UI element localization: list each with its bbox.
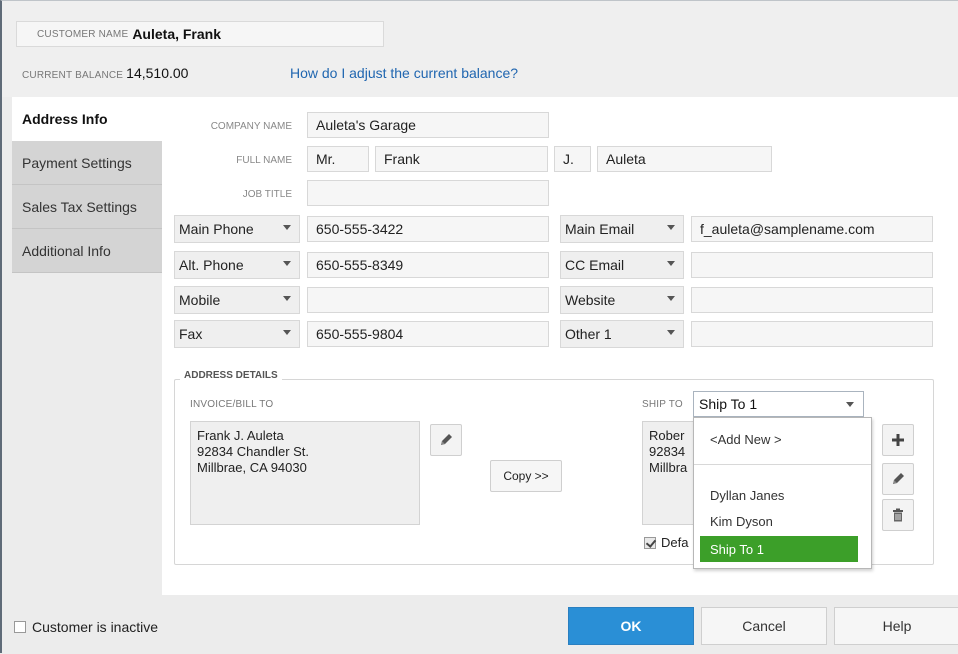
phone-type-select-3[interactable]: Mobile [174, 286, 300, 314]
main-email-input[interactable]: f_auleta@samplename.com [691, 216, 933, 242]
phone-type-1: Main Phone [179, 221, 254, 237]
ship-to-line-1: Rober [649, 428, 685, 443]
chevron-down-icon [283, 261, 291, 266]
bill-to-line-1: Frank J. Auleta [197, 428, 284, 443]
chevron-down-icon [283, 296, 291, 301]
chevron-down-icon [283, 225, 291, 230]
contact-type-select-2[interactable]: CC Email [560, 251, 684, 279]
tab-sales-tax-settings-label: Sales Tax Settings [22, 198, 137, 215]
chevron-down-icon [667, 330, 675, 335]
other-1-input[interactable] [691, 321, 933, 347]
dropdown-item-kim-dyson[interactable]: Kim Dyson [694, 508, 871, 534]
main-phone-input[interactable]: 650-555-3422 [307, 216, 549, 242]
ship-to-dropdown: <Add New > Dyllan Janes Kim Dyson Ship T… [693, 417, 872, 569]
dropdown-item-ship-to-1[interactable]: Ship To 1 [700, 536, 858, 562]
pencil-icon [441, 434, 452, 445]
customer-name-label: CUSTOMER NAME [37, 28, 129, 40]
phone-type-3: Mobile [179, 292, 221, 308]
chevron-down-icon [667, 296, 675, 301]
cancel-button[interactable]: Cancel [701, 607, 827, 645]
ship-to-line-2: 92834 [649, 444, 686, 459]
checkbox-checked-icon [644, 536, 656, 549]
tab-address-info[interactable]: Address Info [12, 97, 162, 141]
tab-payment-settings-label: Payment Settings [22, 154, 132, 171]
first-name-input[interactable]: Frank [375, 146, 548, 172]
phone-type-select-4[interactable]: Fax [174, 320, 300, 348]
alt-phone-input[interactable]: 650-555-8349 [307, 252, 549, 278]
adjust-balance-link[interactable]: How do I adjust the current balance? [290, 65, 518, 81]
full-name-label: FULL NAME [236, 155, 292, 166]
customer-name-field[interactable]: CUSTOMER NAME Auleta, Frank [16, 21, 384, 47]
website-input[interactable] [691, 287, 933, 313]
help-button[interactable]: Help [834, 607, 958, 645]
mobile-input[interactable] [307, 287, 549, 313]
tab-address-info-label: Address Info [22, 111, 108, 127]
customer-inactive-checkbox[interactable]: Customer is inactive [14, 619, 158, 635]
tab-additional-info-label: Additional Info [22, 242, 111, 259]
customer-dialog: CUSTOMER NAME Auleta, Frank CURRENT BALA… [0, 0, 958, 654]
phone-type-2: Alt. Phone [179, 257, 244, 273]
current-balance: CURRENT BALANCE 14,510.00 [22, 65, 188, 81]
ship-to-select[interactable]: Ship To 1 [693, 391, 864, 417]
ship-to-selected-value: Ship To 1 [699, 396, 758, 412]
chevron-down-icon [667, 225, 675, 230]
tab-sales-tax-settings[interactable]: Sales Tax Settings [12, 185, 162, 229]
trash-icon [893, 508, 903, 522]
dropdown-item-add-new[interactable]: <Add New > [694, 426, 871, 452]
chevron-down-icon [667, 261, 675, 266]
customer-name-value: Auleta, Frank [132, 26, 222, 42]
ship-to-line-3: Millbra [649, 460, 688, 475]
job-title-label: JOB TITLE [242, 189, 292, 200]
phone-type-4: Fax [179, 326, 203, 342]
bill-to-line-3: Millbrae, CA 94030 [197, 460, 307, 475]
phone-type-select-2[interactable]: Alt. Phone [174, 251, 300, 279]
contact-type-4: Other 1 [565, 326, 612, 342]
current-balance-label: CURRENT BALANCE [22, 70, 124, 81]
sidebar-tabs: Address Info Payment Settings Sales Tax … [12, 97, 162, 273]
dropdown-separator [694, 464, 871, 465]
ship-to-address[interactable]: Rober 92834 Millbra [642, 421, 698, 525]
add-ship-to-button[interactable] [882, 424, 914, 456]
phone-type-select-1[interactable]: Main Phone [174, 215, 300, 243]
bill-to-line-2: 92834 Chandler St. [197, 444, 310, 459]
ship-to-label: SHIP TO [642, 399, 683, 410]
contact-type-1: Main Email [565, 221, 635, 237]
dropdown-item-dyllan-janes[interactable]: Dyllan Janes [694, 482, 871, 508]
pencil-icon [893, 473, 904, 484]
chevron-down-icon [846, 402, 854, 407]
contact-type-2: CC Email [565, 257, 625, 273]
middle-initial-input[interactable]: J. [554, 146, 591, 172]
dialog-header [2, 1, 958, 97]
checkbox-unchecked-icon [14, 621, 26, 633]
edit-bill-to-button[interactable] [430, 424, 462, 456]
current-balance-value: 14,510.00 [126, 65, 189, 81]
plus-icon [892, 434, 904, 446]
tab-additional-info[interactable]: Additional Info [12, 229, 162, 273]
last-name-input[interactable]: Auleta [597, 146, 772, 172]
ok-button[interactable]: OK [568, 607, 694, 645]
contact-type-select-3[interactable]: Website [560, 286, 684, 314]
company-name-input[interactable]: Auleta's Garage [307, 112, 549, 138]
contact-type-select-4[interactable]: Other 1 [560, 320, 684, 348]
fax-input[interactable]: 650-555-9804 [307, 321, 549, 347]
tab-payment-settings[interactable]: Payment Settings [12, 141, 162, 185]
default-shipping-label: Defa [661, 535, 689, 550]
salutation-input[interactable]: Mr. [307, 146, 369, 172]
address-details-title: ADDRESS DETAILS [180, 370, 282, 381]
job-title-input[interactable] [307, 180, 549, 206]
bill-to-address[interactable]: Frank J. Auleta 92834 Chandler St. Millb… [190, 421, 420, 525]
copy-address-button[interactable]: Copy >> [490, 460, 562, 492]
contact-type-select-1[interactable]: Main Email [560, 215, 684, 243]
bill-to-label: INVOICE/BILL TO [190, 399, 274, 410]
cc-email-input[interactable] [691, 252, 933, 278]
customer-inactive-label: Customer is inactive [32, 619, 159, 635]
company-name-label: COMPANY NAME [210, 121, 292, 132]
chevron-down-icon [283, 330, 291, 335]
edit-ship-to-button[interactable] [882, 463, 914, 495]
contact-type-3: Website [565, 292, 616, 308]
delete-ship-to-button[interactable] [882, 499, 914, 531]
default-shipping-checkbox[interactable]: Defa [644, 535, 688, 550]
